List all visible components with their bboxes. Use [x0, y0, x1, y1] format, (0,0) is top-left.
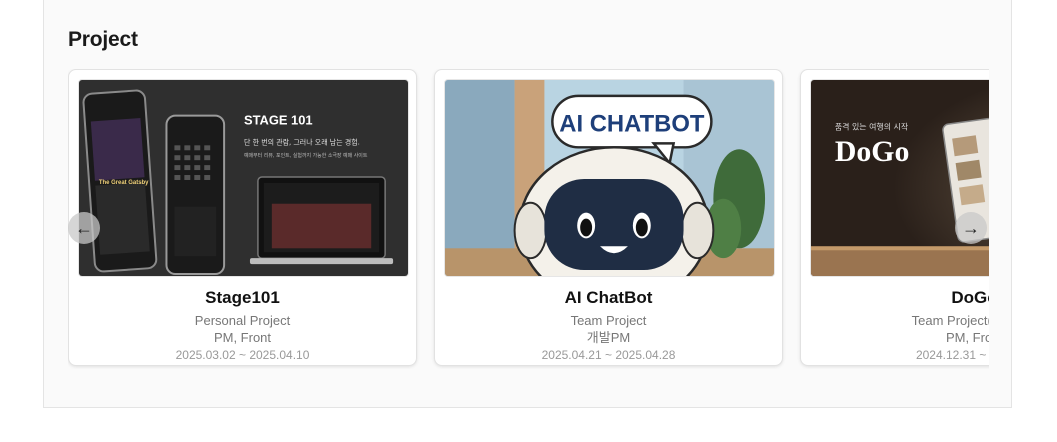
project-thumbnail: AI CHATBOT [444, 79, 775, 277]
card-type: Personal Project [194, 313, 291, 328]
thumb-brand: STAGE 101 [244, 113, 313, 128]
card-date: 2025.03.02 ~ 2025.04.10 [175, 348, 310, 362]
project-card-stage101[interactable]: STAGE 101 단 한 번의 관람, 그러나 오래 남는 경험. 예매부터 … [68, 69, 417, 366]
arrow-left-icon: ← [75, 217, 93, 238]
card-role: 개발PM [586, 330, 631, 345]
project-thumbnail: 품격 있는 여행의 시작 DoGo [810, 79, 989, 277]
card-type: Team Project [570, 313, 647, 328]
card-title: AI ChatBot [564, 288, 653, 307]
carousel-prev-button[interactable]: ← [68, 212, 100, 244]
project-card-ai-chatbot[interactable]: AI CHATBOT AI ChatBot Team Project 개발PM … [434, 69, 783, 366]
thumb-brand: DoGo [835, 135, 910, 168]
thumb-tagline: 단 한 번의 관람, 그러나 오래 남는 경험. [244, 137, 360, 146]
card-title: DoGo [951, 288, 989, 307]
card-type: Team Project(4 Front) [911, 313, 989, 328]
thumb-bubble-text: AI CHATBOT [559, 111, 705, 138]
carousel-track: STAGE 101 단 한 번의 관람, 그러나 오래 남는 경험. 예매부터 … [68, 69, 989, 369]
project-thumbnail: STAGE 101 단 한 번의 관람, 그러나 오래 남는 경험. 예매부터 … [78, 79, 409, 277]
card-date: 2024.12.31 ~ 2025.02 [915, 348, 989, 362]
card-info: Stage101 Personal Project PM, Front 2025… [69, 288, 416, 364]
thumb-subtitle: 품격 있는 여행의 시작 [835, 122, 908, 132]
thumb-subtext: 예매부터 리뷰, 포인트, 실험까지 가능한 소극장 예매 사이트 [244, 152, 368, 159]
card-role: PM, Front [213, 330, 272, 345]
thumb-phone-title: The Great Gatsby [99, 180, 149, 186]
section-title: Project [68, 28, 138, 51]
card-title: Stage101 [205, 288, 280, 307]
card-role: PM, Front [945, 330, 989, 345]
arrow-right-icon: → [962, 217, 980, 238]
card-date: 2025.04.21 ~ 2025.04.28 [541, 348, 676, 362]
carousel-next-button[interactable]: → [955, 212, 987, 244]
project-carousel[interactable]: STAGE 101 단 한 번의 관람, 그러나 오래 남는 경험. 예매부터 … [68, 69, 989, 369]
card-info: AI ChatBot Team Project 개발PM 2025.04.21 … [435, 288, 782, 364]
project-section: Project STAGE 101 단 한 번의 관람, 그러나 오래 남는 경… [43, 0, 1012, 408]
card-info: DoGo Team Project(4 Front) PM, Front 202… [801, 288, 989, 364]
